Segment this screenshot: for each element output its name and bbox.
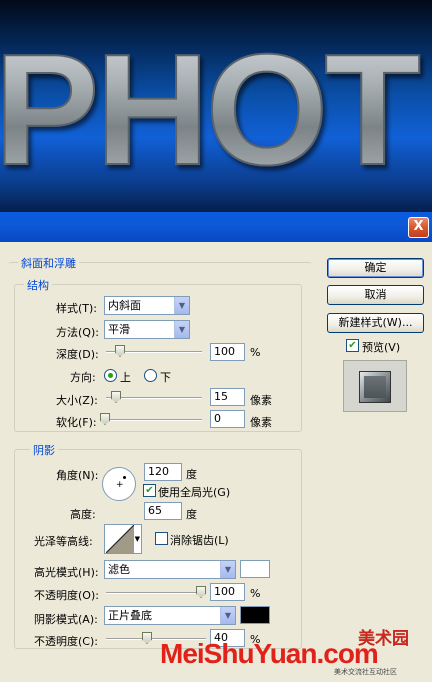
preview-swatch-icon: [343, 360, 407, 412]
gloss-contour-label: 光泽等高线:: [34, 535, 93, 548]
direction-down-label[interactable]: 下: [160, 369, 171, 385]
altitude-unit: 度: [186, 508, 197, 521]
global-light-label[interactable]: 使用全局光(G): [158, 484, 230, 500]
highlight-opacity-slider[interactable]: [106, 586, 206, 600]
shading-title: 阴影: [30, 442, 58, 458]
size-input[interactable]: 15: [210, 388, 245, 406]
new-style-button[interactable]: 新建样式(W)...: [327, 313, 424, 333]
depth-input[interactable]: 100: [210, 343, 245, 361]
dialog-titlebar: X: [0, 212, 432, 242]
slider-thumb-icon[interactable]: [115, 345, 125, 357]
size-unit: 像素: [250, 394, 272, 407]
soften-slider[interactable]: [100, 413, 202, 427]
direction-label: 方向:: [70, 371, 96, 384]
direction-up-label[interactable]: 上: [120, 369, 131, 385]
highlight-opacity-input[interactable]: 100: [210, 583, 245, 601]
bevel-emboss-title: 斜面和浮雕: [18, 255, 79, 271]
angle-unit: 度: [186, 468, 197, 481]
soften-input[interactable]: 0: [210, 410, 245, 428]
angle-label: 角度(N):: [56, 469, 99, 482]
style-select[interactable]: 内斜面 ▼: [104, 296, 190, 315]
altitude-input[interactable]: 65: [144, 502, 182, 520]
shadow-mode-label: 阴影模式(A):: [34, 613, 98, 626]
cancel-button[interactable]: 取消: [327, 285, 424, 305]
angle-dial-icon[interactable]: +: [102, 467, 136, 501]
preview-check[interactable]: ✔: [346, 339, 359, 352]
slider-thumb-icon[interactable]: [100, 413, 110, 425]
highlight-mode-label: 高光模式(H):: [34, 566, 99, 579]
technique-label: 方法(Q):: [56, 326, 99, 339]
shadow-color-swatch[interactable]: [240, 606, 270, 624]
slider-thumb-icon[interactable]: [111, 391, 121, 403]
shadow-mode-value: 正片叠底: [108, 609, 152, 622]
watermark-sub: 美术交流社互动社区: [334, 668, 397, 676]
technique-value: 平滑: [108, 323, 130, 336]
dropdown-arrow-icon: ▼: [220, 607, 235, 624]
direction-up-radio[interactable]: [104, 369, 117, 382]
depth-slider[interactable]: [106, 345, 202, 359]
close-icon[interactable]: X: [408, 217, 429, 238]
anti-aliased-label[interactable]: 消除锯齿(L): [170, 532, 229, 548]
slider-thumb-icon[interactable]: [196, 586, 206, 598]
style-label: 样式(T):: [56, 302, 98, 315]
anti-aliased-check[interactable]: [155, 532, 168, 545]
global-light-check[interactable]: ✔: [143, 484, 156, 497]
banner-text: PHOT: [0, 22, 419, 198]
highlight-mode-select[interactable]: 滤色 ▼: [104, 560, 236, 579]
slider-thumb-icon[interactable]: [142, 632, 152, 644]
dropdown-arrow-icon: ▼: [174, 321, 189, 338]
dropdown-arrow-icon: ▼: [174, 297, 189, 314]
soften-label: 软化(F):: [56, 416, 97, 429]
structure-title: 结构: [24, 277, 52, 293]
shadow-opacity-label: 不透明度(C):: [34, 635, 98, 648]
altitude-label: 高度:: [70, 508, 96, 521]
phot-chrome-text: PHOT: [0, 21, 424, 199]
preview-label[interactable]: 预览(V): [362, 339, 400, 355]
highlight-opacity-label: 不透明度(O):: [34, 589, 99, 602]
size-label: 大小(Z):: [56, 394, 98, 407]
layer-style-dialog: 斜面和浮雕 结构 样式(T): 内斜面 ▼ 方法(Q): 平滑 ▼ 深度(D):…: [0, 242, 432, 682]
shadow-mode-select[interactable]: 正片叠底 ▼: [104, 606, 236, 625]
depth-unit: %: [250, 346, 261, 359]
depth-label: 深度(D):: [56, 348, 99, 361]
ok-button[interactable]: 确定: [327, 258, 424, 278]
watermark-en: MeiShuYuan.com: [160, 638, 379, 669]
dropdown-arrow-icon: ▼: [134, 535, 140, 543]
style-value: 内斜面: [108, 299, 141, 312]
size-slider[interactable]: [106, 391, 202, 405]
canvas-preview-banner: PHOT: [0, 0, 432, 212]
technique-select[interactable]: 平滑 ▼: [104, 320, 190, 339]
direction-down-radio[interactable]: [144, 369, 157, 382]
contour-icon[interactable]: ▼: [104, 524, 142, 554]
highlight-opacity-unit: %: [250, 587, 261, 600]
dropdown-arrow-icon: ▼: [220, 561, 235, 578]
soften-unit: 像素: [250, 416, 272, 429]
angle-input[interactable]: 120: [144, 463, 182, 481]
highlight-mode-value: 滤色: [108, 563, 130, 576]
highlight-color-swatch[interactable]: [240, 560, 270, 578]
